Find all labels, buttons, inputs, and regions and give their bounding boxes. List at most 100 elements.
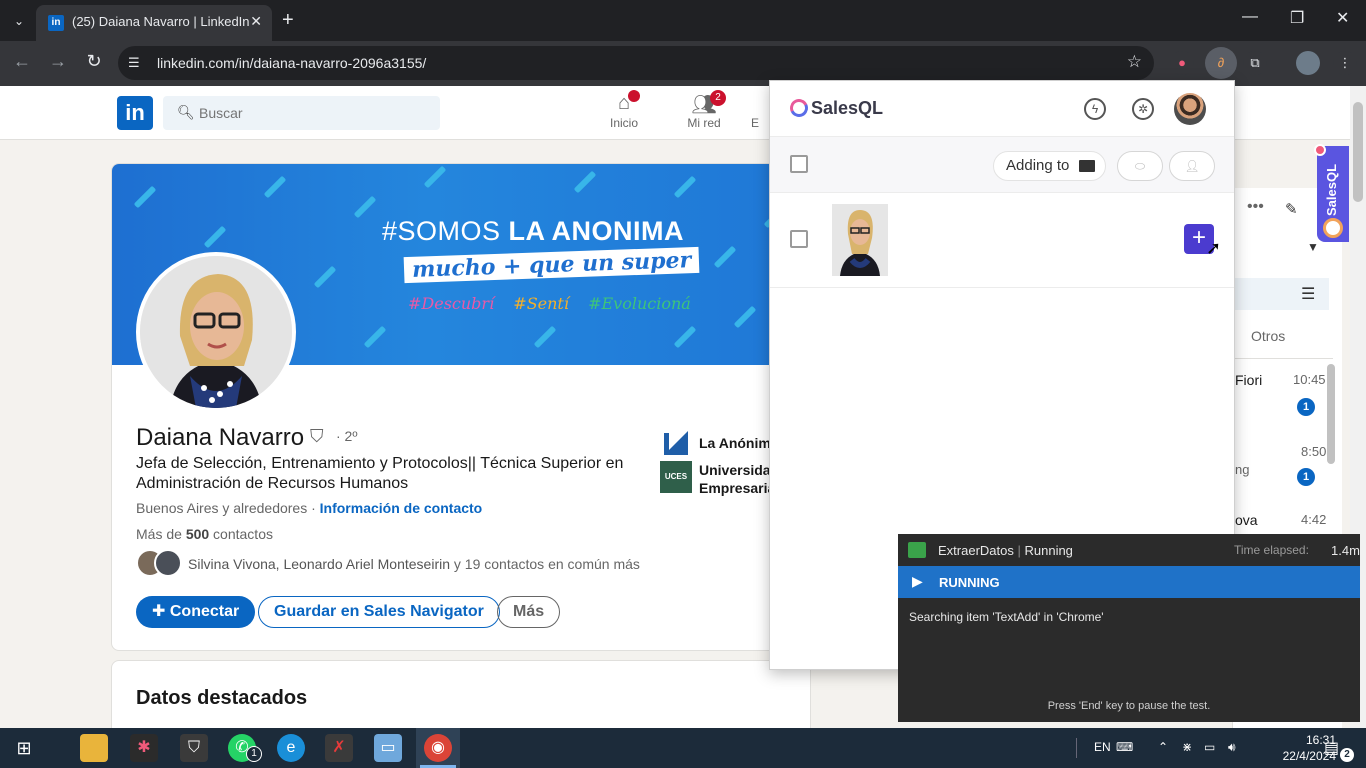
- nav-network-label: Mi red: [687, 116, 721, 130]
- battery-icon[interactable]: ▭: [1204, 740, 1215, 754]
- tab-close-icon[interactable]: ✕: [250, 13, 262, 30]
- notifications-badge: 2: [1340, 748, 1354, 762]
- contact-checkbox[interactable]: [790, 230, 808, 248]
- volume-icon[interactable]: 🔊︎: [1228, 740, 1236, 755]
- forward-icon[interactable]: →: [46, 51, 70, 72]
- more-options-icon[interactable]: •••: [1247, 198, 1264, 216]
- tab-title: (25) Daiana Navarro | LinkedIn: [72, 14, 250, 29]
- network-share-icon[interactable]: ⋇: [1182, 740, 1192, 754]
- salesql-logo-icon: [787, 96, 811, 120]
- connect-button[interactable]: ✚︎ Conectar: [136, 596, 256, 628]
- profile-avatar-icon[interactable]: [1296, 51, 1320, 75]
- address-bar[interactable]: ☰ linkedin.com/in/daiana-navarro-2096a31…: [118, 46, 1154, 80]
- test-runner-panel: ExtraerDatos | Running Time elapsed: 1.4…: [898, 534, 1360, 722]
- extension-pink-icon[interactable]: ●: [1170, 51, 1194, 75]
- add-person-icon: ✚︎: [152, 603, 170, 620]
- nav-partial-label: E: [750, 116, 759, 130]
- banner-tag: #Sentí: [513, 294, 569, 313]
- network-badge: 2: [710, 90, 726, 106]
- keyboard-icon[interactable]: ⌨: [1116, 740, 1133, 754]
- salesql-side-tab[interactable]: SalesQL: [1314, 144, 1349, 242]
- notifications-icon[interactable]: ▤: [1324, 738, 1339, 758]
- extensions-puzzle-icon[interactable]: ⧉: [1243, 51, 1267, 75]
- browser-tab-bar: ⌄ in (25) Daiana Navarro | LinkedIn ✕ + …: [0, 0, 1366, 41]
- minimize-icon[interactable]: —: [1242, 8, 1258, 26]
- whatsapp-badge: 1: [246, 746, 262, 762]
- nav-home-label: Inicio: [609, 116, 638, 130]
- tab-search-icon[interactable]: ⌄: [8, 10, 30, 32]
- university-logo-icon: UCES: [660, 461, 692, 493]
- banner-headline: #SOMOS LA ANONIMA: [382, 216, 685, 246]
- search-icon: 🔍︎: [177, 104, 195, 120]
- elapsed-label: Time elapsed:: [1234, 543, 1309, 557]
- salesql-toolbar: Adding to ⬭ 👤︎: [770, 137, 1234, 193]
- company-logo-icon: [660, 427, 692, 459]
- back-icon[interactable]: ←: [10, 51, 34, 72]
- nav-home[interactable]: ⌂ Inicio: [588, 90, 660, 130]
- salesql-extension-icon[interactable]: ∂: [1205, 47, 1237, 79]
- notification-dot: [1314, 144, 1326, 156]
- windows-start-icon[interactable]: ⊞: [10, 734, 38, 762]
- runner-status-bar: ▶ RUNNING: [898, 566, 1360, 598]
- new-tab-icon[interactable]: +: [282, 8, 294, 32]
- site-info-icon[interactable]: ☰: [128, 55, 140, 71]
- browser-tab-active[interactable]: in (25) Daiana Navarro | LinkedIn ✕: [36, 5, 272, 41]
- notepad-icon[interactable]: ▭: [374, 734, 402, 762]
- network-icon: 👥︎ 2: [668, 90, 740, 116]
- browser-menu-icon[interactable]: ⋮: [1333, 51, 1357, 75]
- reload-icon[interactable]: ↻: [82, 51, 106, 72]
- tab-otros[interactable]: Otros: [1251, 328, 1285, 344]
- linkedin-logo[interactable]: in: [117, 96, 153, 130]
- profile-photo[interactable]: [136, 252, 296, 412]
- url-text: linkedin.com/in/daiana-navarro-2096a3155…: [157, 55, 427, 71]
- runner-message: Searching item 'TextAdd' in 'Chrome': [909, 610, 1104, 624]
- search-input[interactable]: [199, 96, 429, 130]
- adding-to-selector[interactable]: Adding to: [993, 151, 1107, 181]
- home-badge-dot: [628, 90, 640, 102]
- bookmark-star-icon[interactable]: ☆: [1127, 52, 1142, 72]
- linkedin-favicon-icon: in: [48, 15, 64, 31]
- runner-app-icon: [908, 542, 926, 558]
- messaging-scrollbar[interactable]: [1327, 364, 1335, 464]
- nav-my-network[interactable]: 👥︎ 2 Mi red: [668, 90, 740, 130]
- elapsed-value: 1.4m: [1331, 543, 1360, 558]
- profile-headline: Jefa de Selección, Entrenamiento y Proto…: [136, 455, 624, 492]
- settings-wheel-icon[interactable]: ✲: [1132, 98, 1154, 120]
- salesql-logo-icon: [1323, 218, 1343, 238]
- nav-partial[interactable]: E: [740, 92, 770, 130]
- connection-degree: · 2º: [336, 428, 358, 444]
- save-sales-navigator-button[interactable]: Guardar en Sales Navigator: [258, 596, 500, 628]
- profile-card: #SOMOS LA ANONIMA mucho + que un super #…: [111, 163, 811, 651]
- app-shirt-icon[interactable]: ⛉: [180, 734, 208, 762]
- close-window-icon[interactable]: ✕: [1336, 8, 1349, 28]
- slack-icon[interactable]: ✱: [130, 734, 158, 762]
- tag-icon[interactable]: ⬭: [1117, 151, 1163, 181]
- avatar: [154, 549, 182, 577]
- jobs-icon: [740, 92, 770, 116]
- more-button[interactable]: Más: [497, 596, 561, 628]
- file-explorer-icon[interactable]: [80, 734, 108, 762]
- contact-info-link[interactable]: Información de contacto: [320, 500, 483, 516]
- runner-footer: Press 'End' key to pause the test.: [1047, 700, 1211, 712]
- lightning-icon[interactable]: ϟ: [1084, 98, 1106, 120]
- search-box[interactable]: 🔍︎: [163, 96, 440, 130]
- banner-hashtags: #Descubrí #Sentí #Evolucioná: [408, 294, 705, 313]
- select-all-checkbox[interactable]: [790, 155, 808, 173]
- profile-name: Daiana Navarro: [136, 424, 305, 451]
- filter-icon[interactable]: ☰: [1301, 284, 1315, 304]
- chevron-down-icon[interactable]: ▼: [1307, 240, 1319, 254]
- banner-tag: #Evolucioná: [588, 294, 691, 313]
- restore-icon[interactable]: ❐: [1290, 8, 1304, 28]
- edge-icon[interactable]: e: [277, 734, 305, 762]
- user-avatar[interactable]: [1174, 93, 1206, 125]
- chrome-icon[interactable]: ◉: [424, 734, 452, 762]
- connections-count[interactable]: Más de 500 contactos: [136, 526, 273, 542]
- runner-title-bar: ExtraerDatos | Running Time elapsed: 1.4…: [898, 534, 1360, 566]
- automation-tool-icon[interactable]: ✗: [325, 734, 353, 762]
- verified-shield-icon[interactable]: ⛉: [310, 426, 324, 447]
- language-indicator[interactable]: EN: [1094, 740, 1111, 754]
- runner-script-name: ExtraerDatos: [938, 543, 1014, 558]
- compose-icon[interactable]: ✎: [1285, 200, 1298, 218]
- person-icon[interactable]: 👤︎: [1169, 151, 1215, 181]
- chevron-up-icon[interactable]: ⌃: [1158, 740, 1168, 754]
